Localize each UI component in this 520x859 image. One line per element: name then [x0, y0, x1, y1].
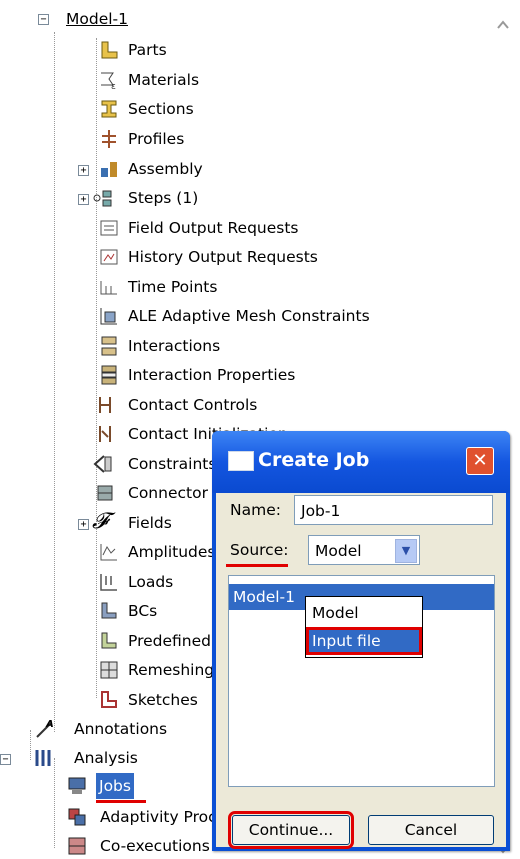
- analysis-icon: [35, 750, 51, 766]
- name-label: Name:: [230, 501, 281, 519]
- contact-controls-icon: [99, 397, 111, 413]
- bcs-icon: [101, 602, 117, 619]
- remeshing-icon: [100, 661, 118, 679]
- source-label: Source:: [230, 541, 289, 559]
- tree-line: [96, 38, 97, 698]
- window-icon: [228, 451, 254, 471]
- tree-line: [54, 32, 55, 732]
- svg-text:A: A: [45, 719, 54, 730]
- coexecution-icon: [68, 837, 86, 855]
- adaptivity-icon: [68, 808, 86, 826]
- source-highlight-underline: [226, 564, 288, 567]
- dialog-titlebar[interactable]: Create Job ✕: [212, 431, 510, 493]
- jobs-icon: [68, 777, 86, 794]
- predefined-icon: [101, 632, 117, 649]
- expand-toggle-assembly[interactable]: +: [78, 165, 89, 176]
- annotations-icon: A: [36, 719, 54, 738]
- create-job-dialog: Create Job ✕ Name: Job-1 Source: Model ▼…: [212, 431, 510, 851]
- cancel-button[interactable]: Cancel: [368, 815, 494, 845]
- scroll-up-icon[interactable]: [496, 18, 510, 32]
- source-select[interactable]: Model ▼: [308, 535, 420, 565]
- tree-line: [30, 730, 31, 760]
- assembly-icon: [101, 162, 117, 177]
- jobs-highlight-underline: [96, 800, 146, 803]
- constraints-icon: [93, 455, 112, 473]
- tree-line: [54, 758, 55, 848]
- fields-icon: 𝓕: [92, 509, 109, 534]
- source-dropdown: Model Input file: [305, 596, 423, 658]
- parts-icon: [101, 41, 118, 59]
- steps-icon: [93, 190, 112, 207]
- profiles-icon: [102, 130, 116, 148]
- connector-icon: [97, 485, 113, 501]
- history-output-icon: [100, 249, 118, 265]
- interaction-properties-icon: [101, 365, 117, 385]
- loads-icon: [100, 574, 117, 591]
- continue-button[interactable]: Continue...: [228, 811, 354, 849]
- chevron-down-icon[interactable]: ▼: [395, 539, 417, 563]
- svg-text:ε: ε: [111, 82, 116, 91]
- collapse-toggle-model[interactable]: −: [38, 14, 49, 25]
- ale-mesh-icon: [100, 308, 117, 325]
- sketches-icon: [101, 691, 117, 708]
- dialog-body: Name: Job-1 Source: Model ▼ Model-1 Mode…: [216, 493, 506, 849]
- interactions-icon: [101, 336, 117, 356]
- expand-toggle-steps[interactable]: +: [78, 194, 89, 205]
- contact-init-icon: [99, 426, 111, 442]
- sections-icon: [101, 100, 117, 118]
- dropdown-option-input-file[interactable]: Input file: [306, 627, 422, 655]
- expand-toggle-fields[interactable]: +: [78, 519, 89, 530]
- collapse-toggle-analysis[interactable]: −: [0, 754, 11, 765]
- amplitudes-icon: [100, 544, 117, 561]
- source-select-value: Model: [315, 542, 362, 560]
- close-icon[interactable]: ✕: [466, 447, 494, 475]
- tree-root-model[interactable]: Model-1: [66, 6, 128, 32]
- materials-icon: ε: [101, 72, 116, 91]
- job-name-input[interactable]: Job-1: [294, 495, 493, 525]
- dropdown-option-model[interactable]: Model: [306, 599, 422, 627]
- field-output-icon: [100, 220, 118, 236]
- tree-root-label: Model-1: [66, 10, 128, 28]
- dialog-title: Create Job: [258, 449, 370, 471]
- time-points-icon: [100, 281, 117, 295]
